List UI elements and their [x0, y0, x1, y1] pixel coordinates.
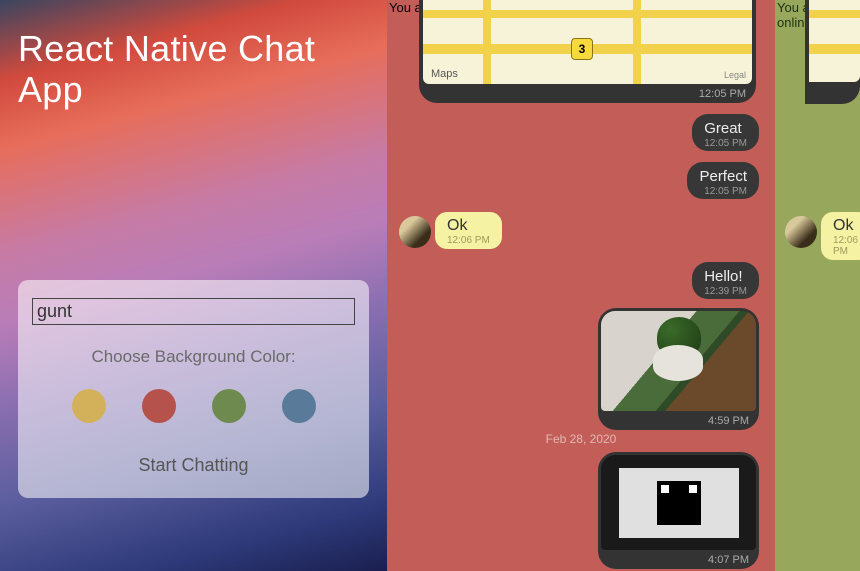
apple-maps-label: Maps — [429, 68, 458, 80]
choose-bg-label: Choose Background Color: — [91, 347, 295, 367]
start-chatting-button[interactable]: Start Chatting — [126, 451, 260, 480]
color-swatch-row — [72, 389, 316, 423]
message-timestamp: 12:06 PM — [833, 235, 858, 257]
sent-message-bubble[interactable]: Hello! 12:39 PM — [692, 262, 759, 299]
sent-message-bubble[interactable]: Great 12:05 PM — [692, 114, 759, 151]
date-separator: Feb 28, 2020 — [387, 432, 775, 446]
app-title: React Native Chat App — [0, 0, 387, 111]
map-preview — [809, 0, 860, 82]
received-message-bubble[interactable]: Ok 12:06 PM — [435, 212, 502, 249]
avatar[interactable] — [785, 216, 817, 248]
color-swatch-red[interactable] — [142, 389, 176, 423]
message-text: Ok — [833, 217, 853, 234]
received-message-bubble[interactable]: Ok 12:06 PM — [821, 212, 860, 260]
color-swatch-yellow[interactable] — [72, 389, 106, 423]
color-swatch-green[interactable] — [212, 389, 246, 423]
chat-screen-red: You are online gunt! 3 Maps Legal 12:05 … — [387, 0, 775, 571]
map-message-bubble[interactable] — [805, 0, 860, 104]
image-message-bubble[interactable]: 4:07 PM — [598, 452, 759, 569]
message-timestamp: 12:39 PM — [704, 286, 747, 297]
message-timestamp: 4:59 PM — [598, 411, 759, 430]
map-route-badge: 3 — [571, 38, 593, 60]
message-timestamp: 12:06 PM — [447, 235, 490, 246]
message-timestamp: 12:05 PM — [419, 84, 756, 103]
avatar[interactable] — [399, 216, 431, 248]
start-screen: React Native Chat App Choose Background … — [0, 0, 387, 571]
message-timestamp: 4:07 PM — [598, 550, 759, 569]
message-timestamp: 12:05 PM — [704, 138, 747, 149]
message-text: Hello! — [704, 268, 742, 285]
map-preview[interactable]: 3 Maps Legal — [423, 0, 752, 84]
map-message-bubble[interactable]: 3 Maps Legal 12:05 PM — [419, 0, 756, 103]
message-text: Ok — [447, 217, 467, 234]
message-text: Great — [704, 120, 742, 137]
chat-screen-green: You are online gunt! Ok 12:06 PM — [775, 0, 860, 571]
qr-photo — [601, 455, 756, 550]
message-timestamp — [805, 82, 860, 88]
color-swatch-blue[interactable] — [282, 389, 316, 423]
start-card: Choose Background Color: Start Chatting — [18, 280, 369, 498]
map-legal-link[interactable]: Legal — [724, 70, 746, 80]
username-input[interactable] — [32, 298, 355, 325]
plant-photo — [601, 311, 756, 411]
message-text: Perfect — [699, 168, 747, 185]
message-timestamp: 12:05 PM — [699, 186, 747, 197]
image-message-bubble[interactable]: 4:59 PM — [598, 308, 759, 430]
sent-message-bubble[interactable]: Perfect 12:05 PM — [687, 162, 759, 199]
